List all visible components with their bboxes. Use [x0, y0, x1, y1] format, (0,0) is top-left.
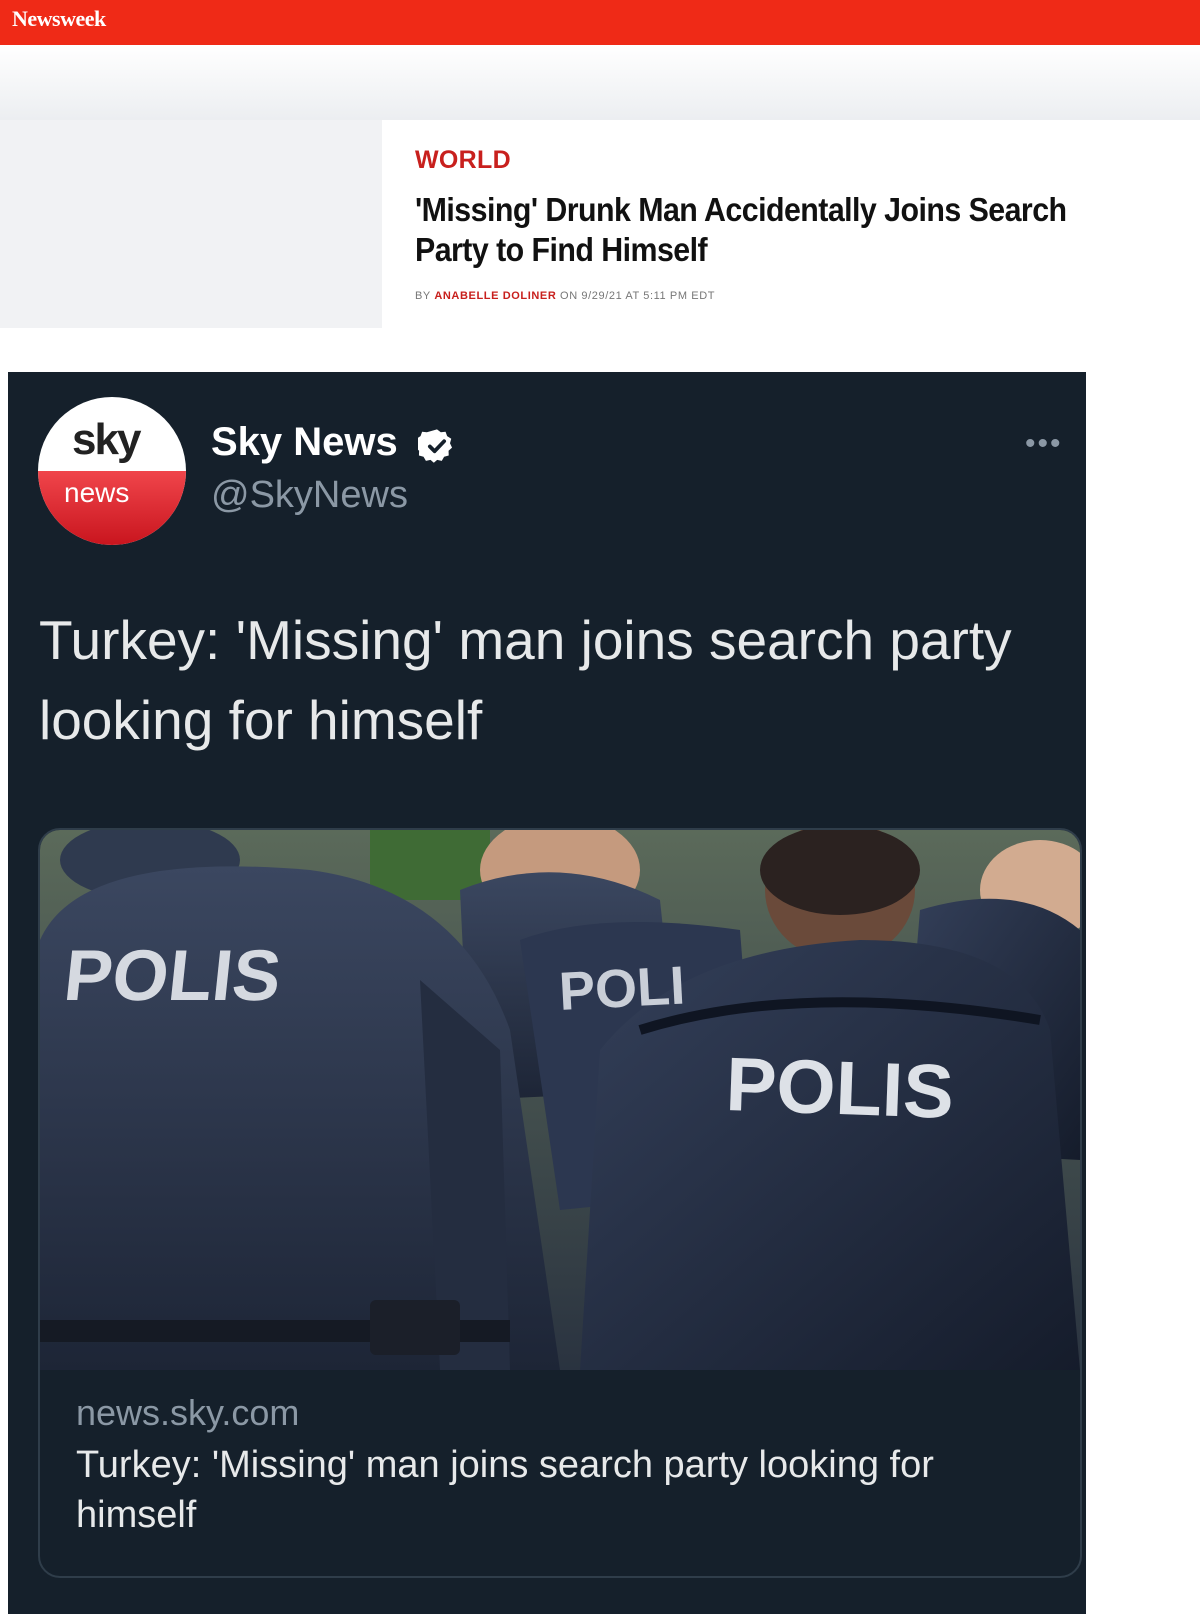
avatar-news-text: news [64, 477, 130, 508]
newsweek-logo[interactable]: Newsweek [12, 6, 106, 32]
link-preview-card[interactable]: POLIS POLI POLIS news.sky.com Turkey: 'M… [38, 828, 1082, 1578]
article-byline: BY ANABELLE DOLINER ON 9/29/21 AT 5:11 P… [415, 290, 715, 302]
polis-label-left: POLIS [60, 936, 284, 1016]
article-thumbnail[interactable] [0, 120, 382, 328]
police-photo[interactable]: POLIS POLI POLIS [40, 830, 1080, 1370]
section-label[interactable]: WORLD [415, 146, 511, 175]
article-headline[interactable]: 'Missing' Drunk Man Accidentally Joins S… [415, 190, 1123, 270]
tweet-text: Turkey: 'Missing' man joins search party… [39, 609, 1012, 751]
account-name[interactable]: Sky News [211, 420, 398, 465]
card-title: Turkey: 'Missing' man joins search party… [76, 1444, 934, 1536]
more-options-icon[interactable]: ••• [1025, 427, 1063, 461]
account-handle[interactable]: @SkyNews [211, 474, 408, 517]
newsweek-header: Newsweek [0, 0, 1200, 45]
avatar[interactable]: sky news [38, 397, 186, 545]
verified-badge-icon [418, 429, 453, 463]
polis-label-right: POLIS [724, 1042, 955, 1135]
byline-date: ON 9/29/21 AT 5:11 PM EDT [556, 290, 716, 302]
byline-prefix: BY [415, 290, 435, 302]
byline-author[interactable]: ANABELLE DOLINER [434, 290, 556, 302]
card-domain: news.sky.com [76, 1392, 300, 1433]
newsweek-ad-space [0, 45, 1200, 120]
tweet-card: sky news Sky News @SkyNews ••• Turkey: '… [8, 372, 1086, 1614]
polis-label-middle: POLI [557, 955, 686, 1022]
avatar-sky-text: sky [72, 415, 141, 464]
